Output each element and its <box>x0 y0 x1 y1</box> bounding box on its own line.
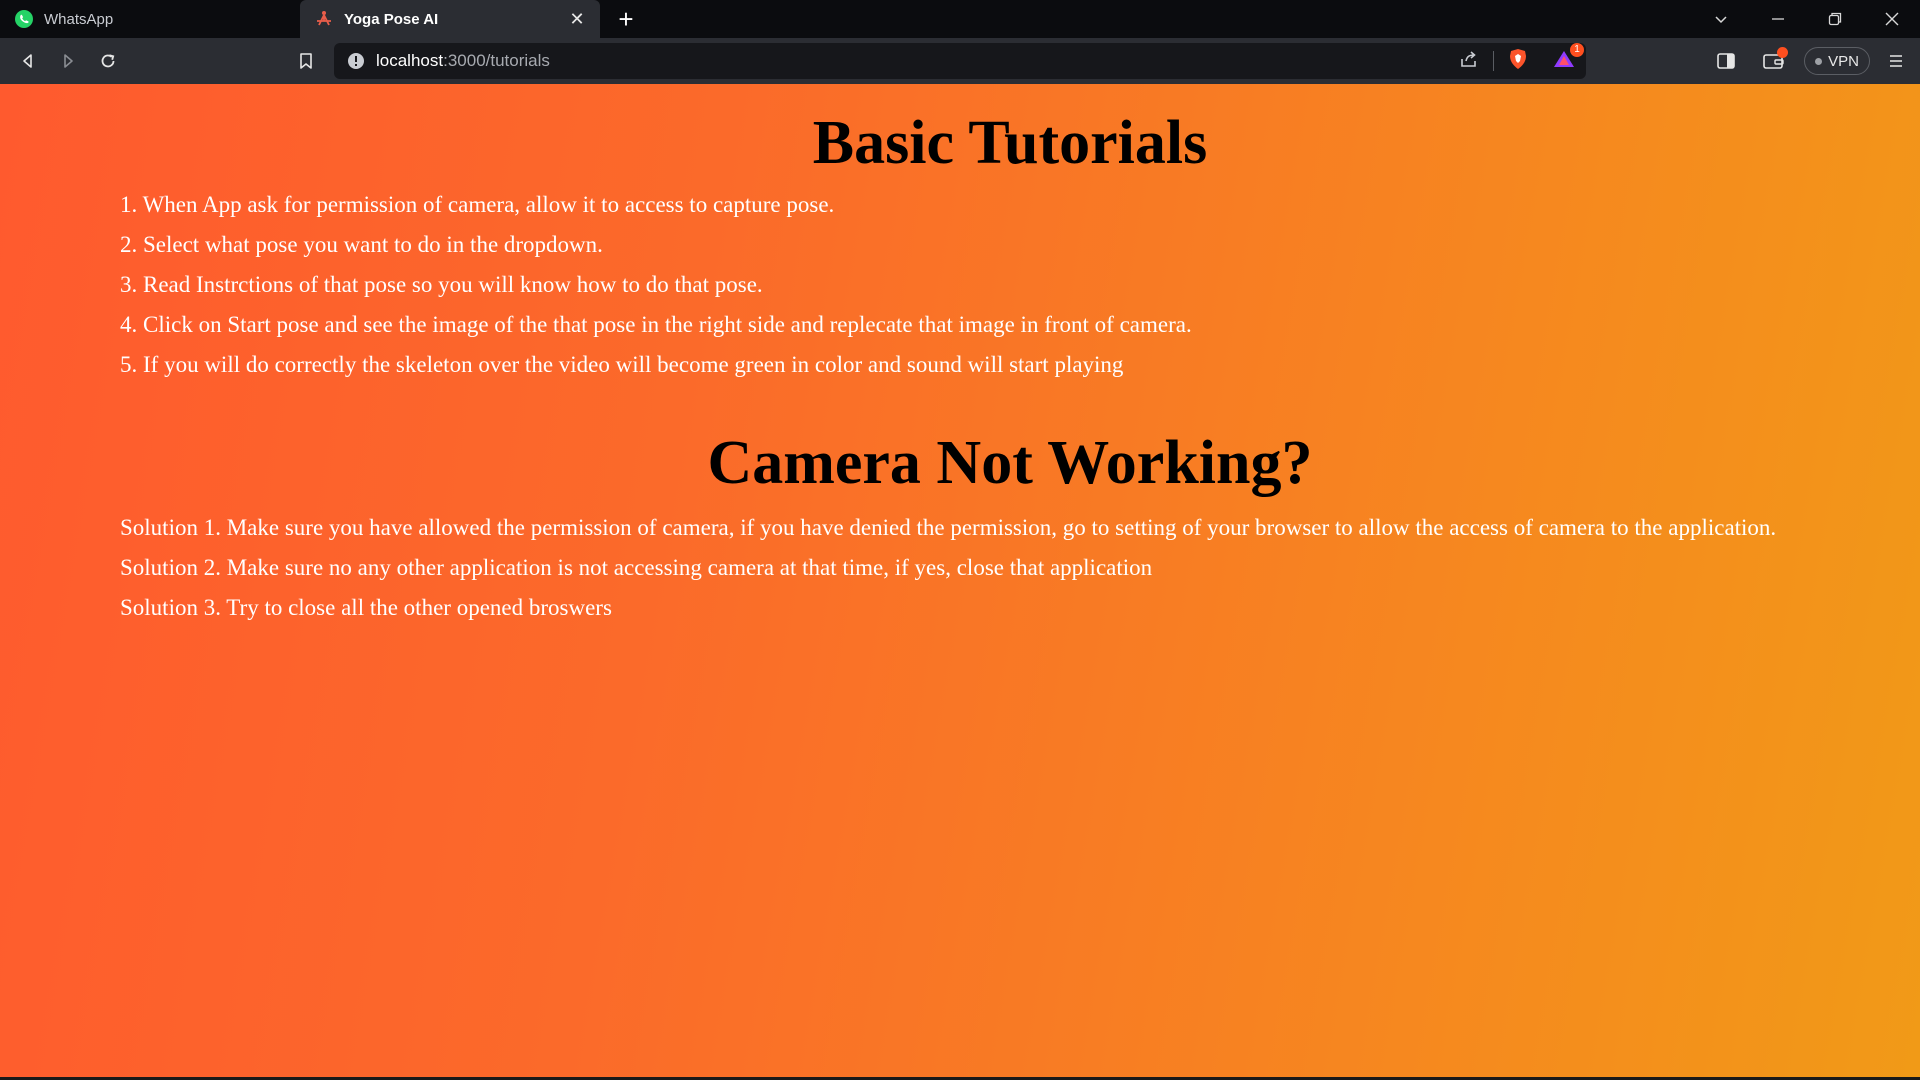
tab-title: WhatsApp <box>44 10 114 28</box>
vpn-label: VPN <box>1828 52 1859 70</box>
tab-whatsapp[interactable]: WhatsApp <box>0 0 300 38</box>
brave-rewards-icon[interactable]: 1 <box>1552 42 1584 74</box>
toolbar-right-actions: VPN <box>1702 38 1920 84</box>
tutorial-step: 5. If you will do correctly the skeleton… <box>120 352 1124 377</box>
page-viewport: Basic Tutorials 1. When App ask for perm… <box>0 84 1920 1080</box>
wallet-icon[interactable] <box>1750 43 1798 79</box>
address-bar[interactable]: localhost:3000/tutorials 1 <box>334 42 1586 79</box>
notification-dot <box>1777 47 1789 58</box>
tab-search-chevron-icon[interactable] <box>1692 0 1749 38</box>
solution-item: Solution 1. Make sure you have allowed t… <box>120 515 1777 540</box>
solution-item: Solution 2. Make sure no any other appli… <box>120 555 1153 580</box>
url-host: localhost <box>376 51 444 70</box>
divider <box>1493 51 1494 71</box>
site-info-icon[interactable] <box>346 51 366 71</box>
close-window-icon[interactable] <box>1863 0 1920 38</box>
solution-item: Solution 3. Try to close all the other o… <box>120 595 612 620</box>
window-controls <box>1692 0 1920 38</box>
close-tab-icon[interactable]: ✕ <box>566 8 588 30</box>
reload-icon[interactable] <box>88 43 128 79</box>
address-bar-actions: 1 <box>1459 42 1584 75</box>
url-path: :3000/tutorials <box>443 51 550 70</box>
tab-yoga-pose-ai[interactable]: Yoga Pose AI ✕ <box>300 0 600 38</box>
yoga-pose-icon <box>314 9 334 29</box>
tutorial-step: 4. Click on Start pose and see the image… <box>120 312 1192 337</box>
forward-icon[interactable] <box>48 43 88 79</box>
camera-solutions-list: Solution 1. Make sure you have allowed t… <box>120 508 1776 628</box>
camera-heading: Camera Not Working? <box>707 429 1313 497</box>
share-icon[interactable] <box>1459 50 1479 73</box>
back-icon[interactable] <box>8 43 48 79</box>
url-text[interactable]: localhost:3000/tutorials <box>376 51 1459 71</box>
bookmark-icon[interactable] <box>286 43 326 79</box>
minimize-icon[interactable] <box>1749 0 1806 38</box>
whatsapp-icon <box>14 9 34 29</box>
sidebar-toggle-icon[interactable] <box>1702 43 1750 79</box>
new-tab-icon[interactable]: + <box>606 0 646 38</box>
vpn-status-dot <box>1815 57 1823 65</box>
tutorials-heading: Basic Tutorials <box>812 109 1208 177</box>
tutorial-step: 3. Read Instrctions of that pose so you … <box>120 272 763 297</box>
menu-icon[interactable] <box>1876 43 1916 79</box>
brave-shields-icon[interactable] <box>1508 48 1528 75</box>
restore-icon[interactable] <box>1806 0 1863 38</box>
vpn-button[interactable]: VPN <box>1804 47 1870 75</box>
rewards-badge: 1 <box>1570 42 1584 57</box>
tab-title: Yoga Pose AI <box>344 10 439 28</box>
tab-strip: WhatsApp Yoga Pose AI ✕ + <box>0 0 1920 38</box>
tutorial-steps-list: 1. When App ask for permission of camera… <box>120 185 1192 385</box>
tutorial-step: 2. Select what pose you want to do in th… <box>120 232 603 257</box>
tutorial-step: 1. When App ask for permission of camera… <box>120 192 835 217</box>
browser-toolbar: localhost:3000/tutorials 1 VPN <box>0 38 1920 84</box>
